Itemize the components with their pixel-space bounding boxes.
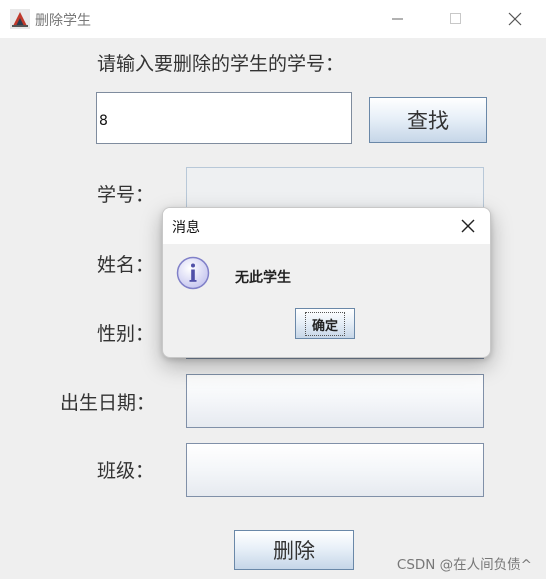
message-dialog: 消息 无此学生 确定 (162, 207, 491, 358)
watermark: CSDN @在人间负债^ (396, 557, 532, 573)
java-app-icon (10, 9, 30, 29)
search-button[interactable]: 查找 (369, 97, 487, 143)
field-label-gender: 性别： (97, 323, 155, 345)
window-title: 删除学生 (35, 13, 91, 29)
dialog-titlebar[interactable]: 消息 (163, 208, 490, 244)
birth-date-field[interactable] (186, 374, 484, 428)
dialog-title: 消息 (172, 220, 200, 236)
field-label-student-id: 学号： (97, 184, 155, 206)
dialog-message: 无此学生 (235, 270, 291, 286)
delete-button[interactable]: 删除 (234, 530, 354, 570)
search-prompt: 请输入要删除的学生的学号： (97, 53, 345, 75)
field-label-birth-date: 出生日期： (60, 392, 156, 414)
class-field[interactable] (186, 443, 484, 497)
minimize-icon (392, 18, 403, 20)
close-icon (508, 12, 522, 26)
close-icon (461, 219, 475, 233)
field-label-class: 班级： (97, 460, 155, 482)
ok-button-label: 确定 (304, 311, 345, 336)
dialog-close-button[interactable] (453, 214, 483, 238)
ok-button[interactable]: 确定 (295, 308, 355, 339)
maximize-icon (450, 13, 461, 24)
student-id-input[interactable]: 8 (96, 92, 352, 144)
info-icon (176, 256, 210, 290)
field-label-name: 姓名： (97, 254, 155, 276)
maximize-button[interactable] (433, 0, 479, 38)
close-button[interactable] (492, 0, 538, 38)
minimize-button[interactable] (375, 0, 421, 38)
window-titlebar[interactable]: 删除学生 (0, 0, 546, 38)
